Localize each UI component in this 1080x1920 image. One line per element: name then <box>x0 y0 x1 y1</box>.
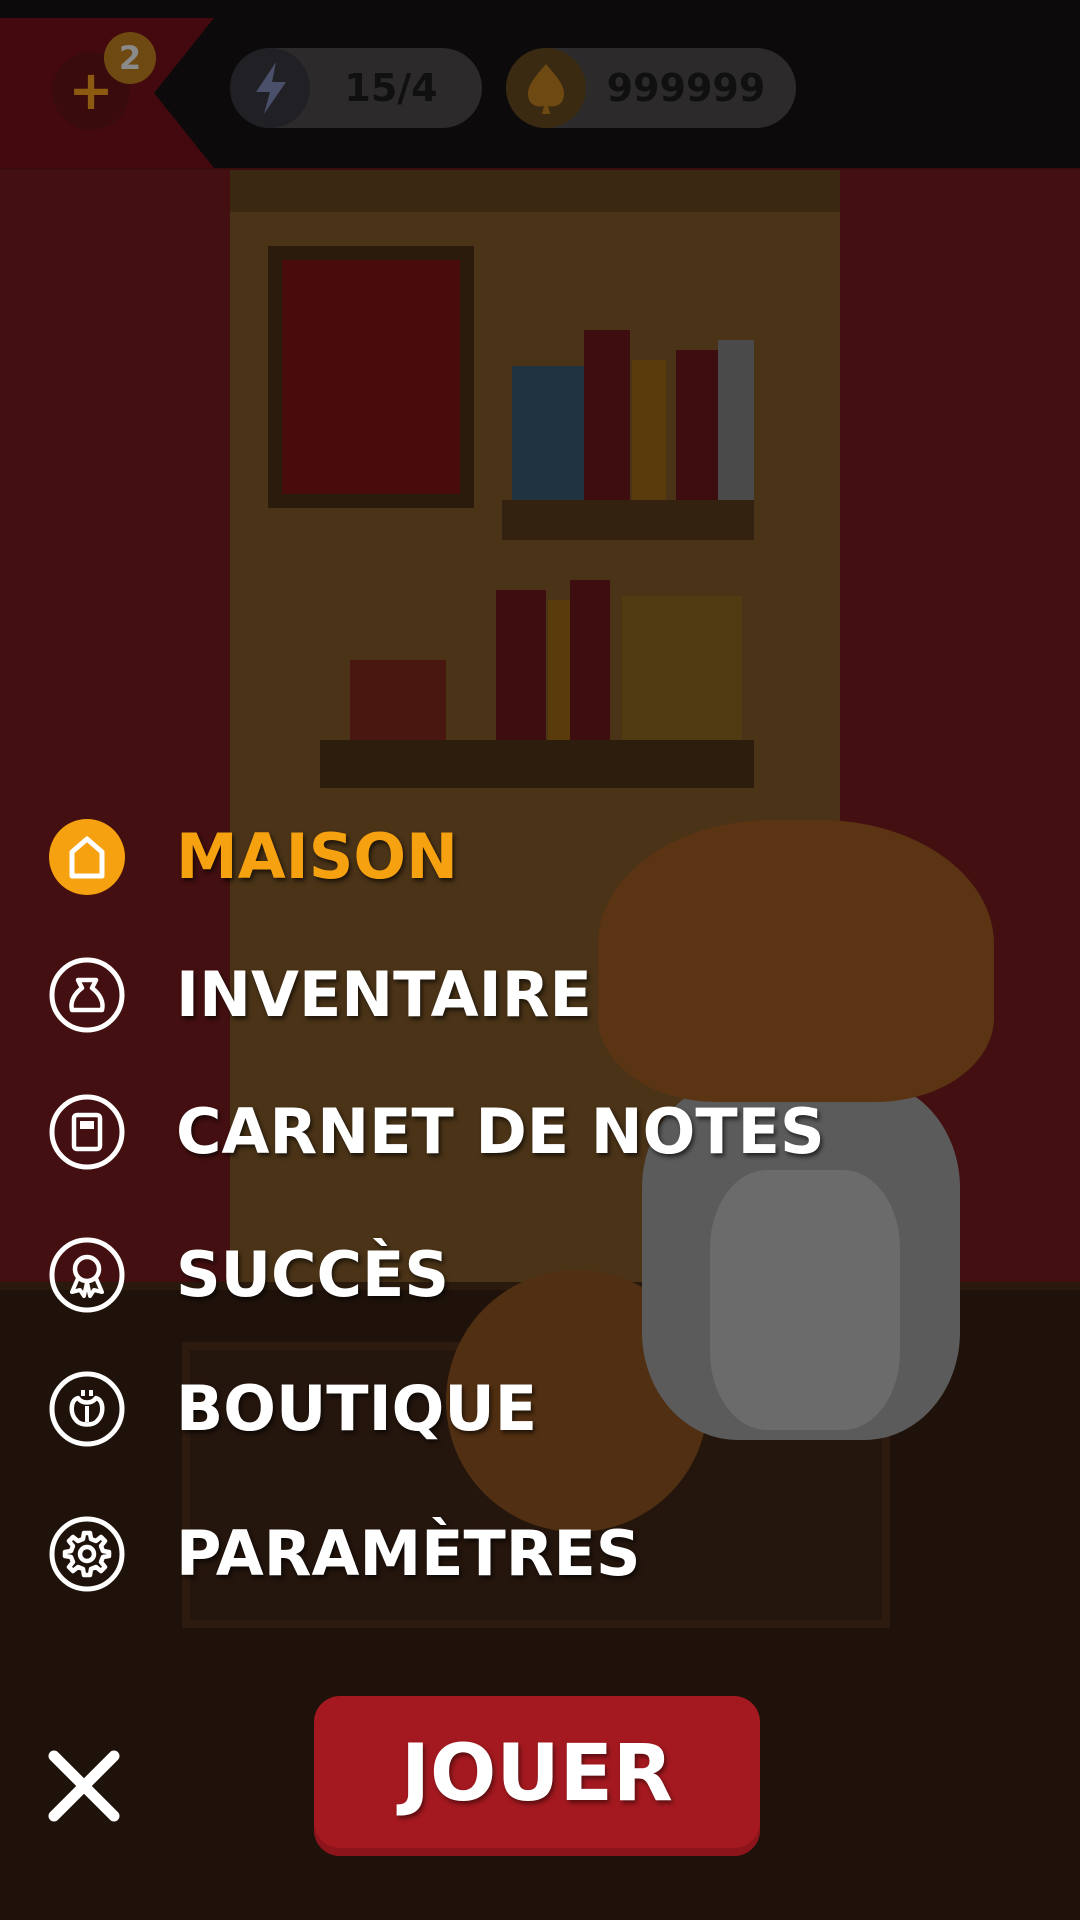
scene-door-frame <box>230 170 840 212</box>
menu-item-succes[interactable]: SUCCÈS <box>48 1230 948 1320</box>
scene-shelf <box>502 500 754 540</box>
menu-item-parametres[interactable]: PARAMÈTRES <box>48 1509 948 1599</box>
menu-item-label: INVENTAIRE <box>176 958 592 1031</box>
energy-counter[interactable]: 15/4 <box>230 48 482 128</box>
notebook-icon <box>49 1094 125 1170</box>
lightning-icon <box>230 48 310 128</box>
scene-book <box>632 360 666 502</box>
shop-icon <box>49 1371 125 1447</box>
top-status-bar: + 2 15/4 999999 <box>0 0 1080 168</box>
gear-icon <box>49 1516 125 1592</box>
close-icon[interactable] <box>42 1744 126 1828</box>
menu-item-label: PARAMÈTRES <box>176 1517 641 1590</box>
notification-badge: 2 <box>104 32 156 84</box>
energy-value: 15/4 <box>344 66 438 110</box>
bag-icon <box>49 957 125 1033</box>
home-icon <box>49 819 125 895</box>
scene-book <box>584 330 630 502</box>
scene-book <box>676 350 718 502</box>
leaf-coin-icon <box>506 48 586 128</box>
scene-book <box>496 590 546 740</box>
scene-book <box>570 580 610 740</box>
menu-item-inventaire[interactable]: INVENTAIRE <box>48 950 948 1040</box>
scene-picture <box>282 260 460 494</box>
award-icon <box>49 1237 125 1313</box>
menu-item-maison[interactable]: MAISON <box>48 812 948 902</box>
scene-book <box>622 596 742 740</box>
coin-counter[interactable]: 999999 <box>506 48 796 128</box>
menu-item-carnet-de-notes[interactable]: CARNET DE NOTES <box>48 1087 948 1177</box>
scene-book <box>718 340 754 502</box>
menu-item-label: BOUTIQUE <box>176 1372 538 1445</box>
menu-item-label: MAISON <box>176 820 458 893</box>
menu-item-label: SUCCÈS <box>176 1238 450 1311</box>
menu-item-boutique[interactable]: BOUTIQUE <box>48 1364 948 1454</box>
menu-item-label: CARNET DE NOTES <box>176 1095 825 1168</box>
scene-jar <box>350 660 446 740</box>
coin-value: 999999 <box>606 66 766 110</box>
scene-book <box>512 366 584 502</box>
scene-shelf <box>320 740 754 788</box>
play-button[interactable]: JOUER <box>314 1696 760 1856</box>
